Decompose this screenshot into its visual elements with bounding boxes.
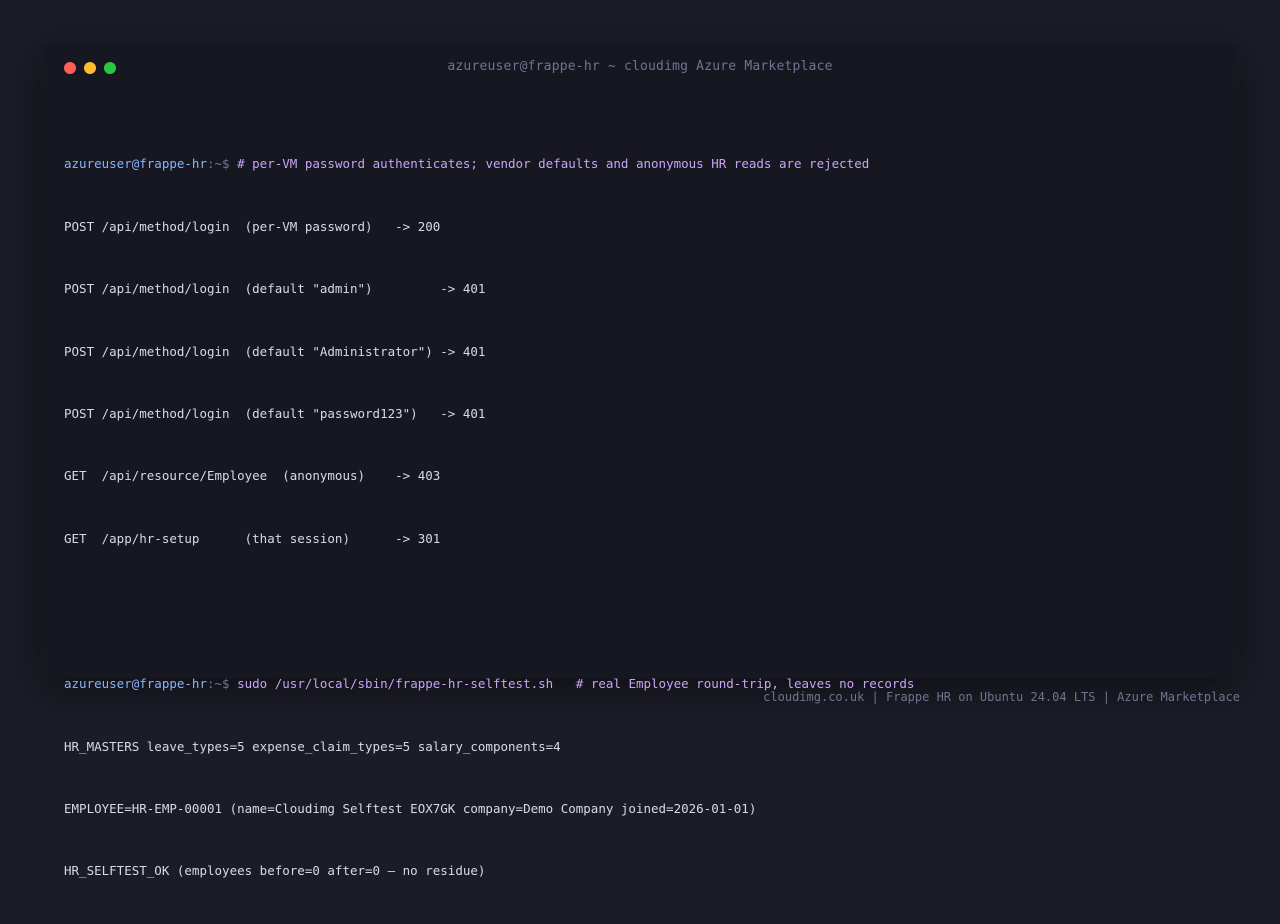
terminal-output[interactable]: azureuser@frappe-hr:~$ # per-VM password…	[64, 92, 1216, 924]
command-text: # per-VM password authenticates; vendor …	[237, 156, 870, 172]
title-bar: azureuser@frappe-hr ~ cloudimg Azure Mar…	[42, 42, 1238, 94]
terminal-window: azureuser@frappe-hr ~ cloudimg Azure Mar…	[42, 42, 1238, 878]
output-line: HR_SELFTEST_OK (employees before=0 after…	[64, 863, 486, 879]
output-line: EMPLOYEE=HR-EMP-00001 (name=Cloudimg Sel…	[64, 801, 757, 817]
output-line: POST /api/method/login (default "passwor…	[64, 405, 486, 421]
prompt-line: azureuser@frappe-hr:~$ # per-VM password…	[64, 154, 1216, 175]
output-line: POST /api/method/login (per-VM password)…	[64, 218, 441, 234]
output-line: POST /api/method/login (default "Adminis…	[64, 343, 486, 359]
footer-caption: cloudimg.co.uk | Frappe HR on Ubuntu 24.…	[763, 690, 1240, 704]
output-line: GET /api/resource/Employee (anonymous) -…	[64, 468, 441, 484]
prompt-separator: :~$	[207, 156, 238, 172]
prompt-user: azureuser@frappe-hr	[64, 676, 207, 692]
output-line: HR_MASTERS leave_types=5 expense_claim_t…	[64, 738, 561, 754]
prompt-separator: :~$	[207, 676, 238, 692]
output-line: GET /app/hr-setup (that session) -> 301	[64, 530, 441, 546]
prompt-user: azureuser@frappe-hr	[64, 156, 207, 172]
window-title: azureuser@frappe-hr ~ cloudimg Azure Mar…	[447, 59, 833, 74]
output-line: POST /api/method/login (default "admin")…	[64, 281, 486, 297]
